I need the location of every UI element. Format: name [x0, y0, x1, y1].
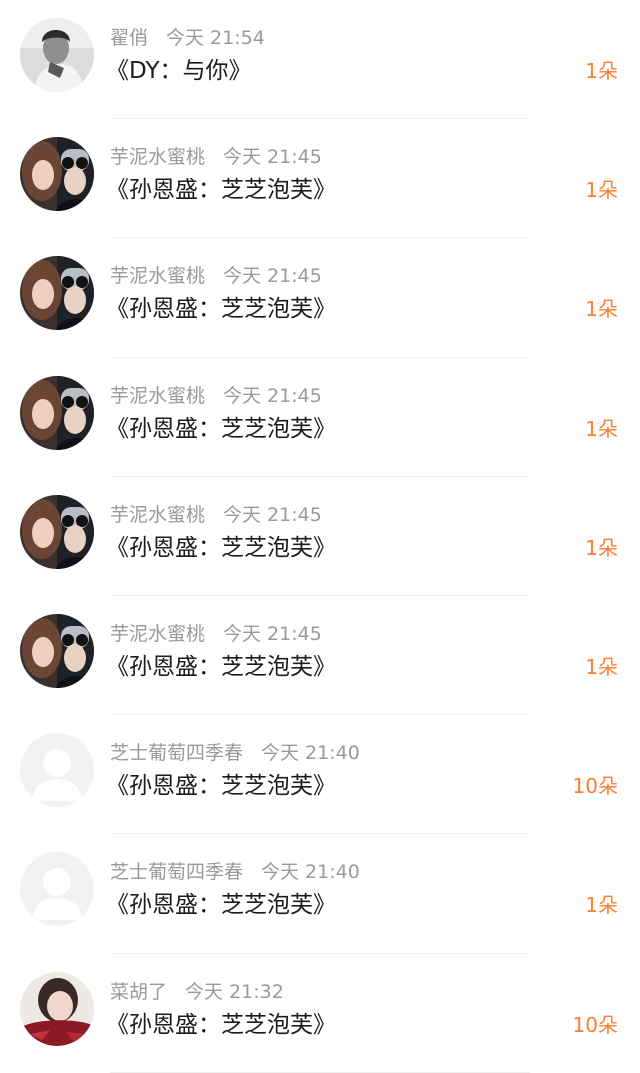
- timestamp: 今天 21:40: [261, 742, 360, 765]
- timestamp: 今天 21:45: [223, 384, 322, 407]
- flower-count: 1朵: [585, 416, 618, 441]
- list-item[interactable]: 芝士葡萄四季春 今天 21:40 《孙恩盛：芝芝泡芙》 1朵: [0, 834, 640, 954]
- message-text: 《孙恩盛：芝芝泡芙》: [106, 534, 336, 561]
- avatar[interactable]: [20, 971, 94, 1046]
- message-text: 《DY：与你》: [106, 58, 252, 84]
- message-meta: 芋泥水蜜桃 今天 21:45: [110, 619, 322, 649]
- message-meta: 菜胡了 今天 21:32: [110, 977, 284, 1007]
- message-text: 《孙恩盛：芝芝泡芙》: [106, 177, 336, 204]
- flower-count: 1朵: [585, 59, 618, 83]
- message-text: 《孙恩盛：芝芝泡芙》: [106, 892, 336, 919]
- flower-count: 1朵: [585, 297, 618, 322]
- message-text: 《孙恩盛：芝芝泡芙》: [106, 415, 336, 442]
- sender-name[interactable]: 芝士葡萄四季春: [110, 861, 243, 883]
- timestamp: 今天 21:32: [185, 980, 284, 1003]
- avatar[interactable]: [20, 18, 94, 92]
- sender-name[interactable]: 芝士葡萄四季春: [110, 742, 243, 764]
- timestamp: 今天 21:40: [261, 861, 360, 884]
- avatar[interactable]: [20, 256, 94, 331]
- message-meta: 芝士葡萄四季春 今天 21:40: [110, 738, 360, 768]
- avatar[interactable]: [20, 852, 94, 927]
- sender-name[interactable]: 芋泥水蜜桃: [110, 623, 205, 645]
- avatar[interactable]: [20, 494, 94, 569]
- sender-name[interactable]: 翟俏: [110, 27, 148, 49]
- message-meta: 芝士葡萄四季春 今天 21:40: [110, 857, 360, 887]
- list-item[interactable]: 翟俏 今天 21:54 《DY：与你》 1朵: [0, 0, 640, 120]
- message-text: 《孙恩盛：芝芝泡芙》: [106, 653, 336, 680]
- sender-name[interactable]: 菜胡了: [110, 981, 167, 1003]
- timestamp: 今天 21:45: [223, 265, 322, 288]
- list-item[interactable]: 芋泥水蜜桃 今天 21:45 《孙恩盛：芝芝泡芙》 1朵: [0, 238, 640, 358]
- flower-count: 10朵: [572, 774, 618, 799]
- message-meta: 翟俏 今天 21:54: [110, 23, 265, 53]
- list-item[interactable]: 芋泥水蜜桃 今天 21:45 《孙恩盛：芝芝泡芙》 1朵: [0, 596, 640, 716]
- avatar[interactable]: [20, 137, 94, 212]
- sender-name[interactable]: 芋泥水蜜桃: [110, 265, 205, 287]
- timestamp: 今天 21:45: [223, 622, 322, 645]
- timestamp: 今天 21:45: [223, 503, 322, 526]
- message-text: 《孙恩盛：芝芝泡芙》: [106, 1011, 336, 1038]
- message-meta: 芋泥水蜜桃 今天 21:45: [110, 142, 322, 172]
- list-item[interactable]: 菜胡了 今天 21:32 《孙恩盛：芝芝泡芙》 10朵: [0, 954, 640, 1073]
- sender-name[interactable]: 芋泥水蜜桃: [110, 146, 205, 168]
- flower-count: 1朵: [585, 178, 618, 203]
- message-meta: 芋泥水蜜桃 今天 21:45: [110, 500, 322, 530]
- list-item[interactable]: 芋泥水蜜桃 今天 21:45 《孙恩盛：芝芝泡芙》 1朵: [0, 477, 640, 596]
- sender-name[interactable]: 芋泥水蜜桃: [110, 385, 205, 407]
- sender-name[interactable]: 芋泥水蜜桃: [110, 504, 205, 526]
- message-meta: 芋泥水蜜桃 今天 21:45: [110, 261, 322, 291]
- gift-message-list: 翟俏 今天 21:54 《DY：与你》 1朵 芋泥水蜜桃 今天 21:45 《孙恩盛…: [0, 0, 640, 1073]
- flower-count: 1朵: [585, 893, 618, 918]
- timestamp: 今天 21:54: [166, 27, 265, 49]
- flower-count: 1朵: [585, 535, 618, 560]
- message-text: 《孙恩盛：芝芝泡芙》: [106, 296, 336, 323]
- list-item[interactable]: 芝士葡萄四季春 今天 21:40 《孙恩盛：芝芝泡芙》 10朵: [0, 715, 640, 835]
- flower-count: 1朵: [585, 654, 618, 679]
- list-item[interactable]: 芋泥水蜜桃 今天 21:45 《孙恩盛：芝芝泡芙》 1朵: [0, 119, 640, 239]
- flower-count: 10朵: [572, 1012, 618, 1037]
- avatar[interactable]: [20, 733, 94, 808]
- message-text: 《孙恩盛：芝芝泡芙》: [106, 773, 336, 800]
- avatar[interactable]: [20, 613, 94, 688]
- avatar[interactable]: [20, 375, 94, 450]
- list-item[interactable]: 芋泥水蜜桃 今天 21:45 《孙恩盛：芝芝泡芙》 1朵: [0, 358, 640, 477]
- timestamp: 今天 21:45: [223, 146, 322, 169]
- message-meta: 芋泥水蜜桃 今天 21:45: [110, 381, 322, 411]
